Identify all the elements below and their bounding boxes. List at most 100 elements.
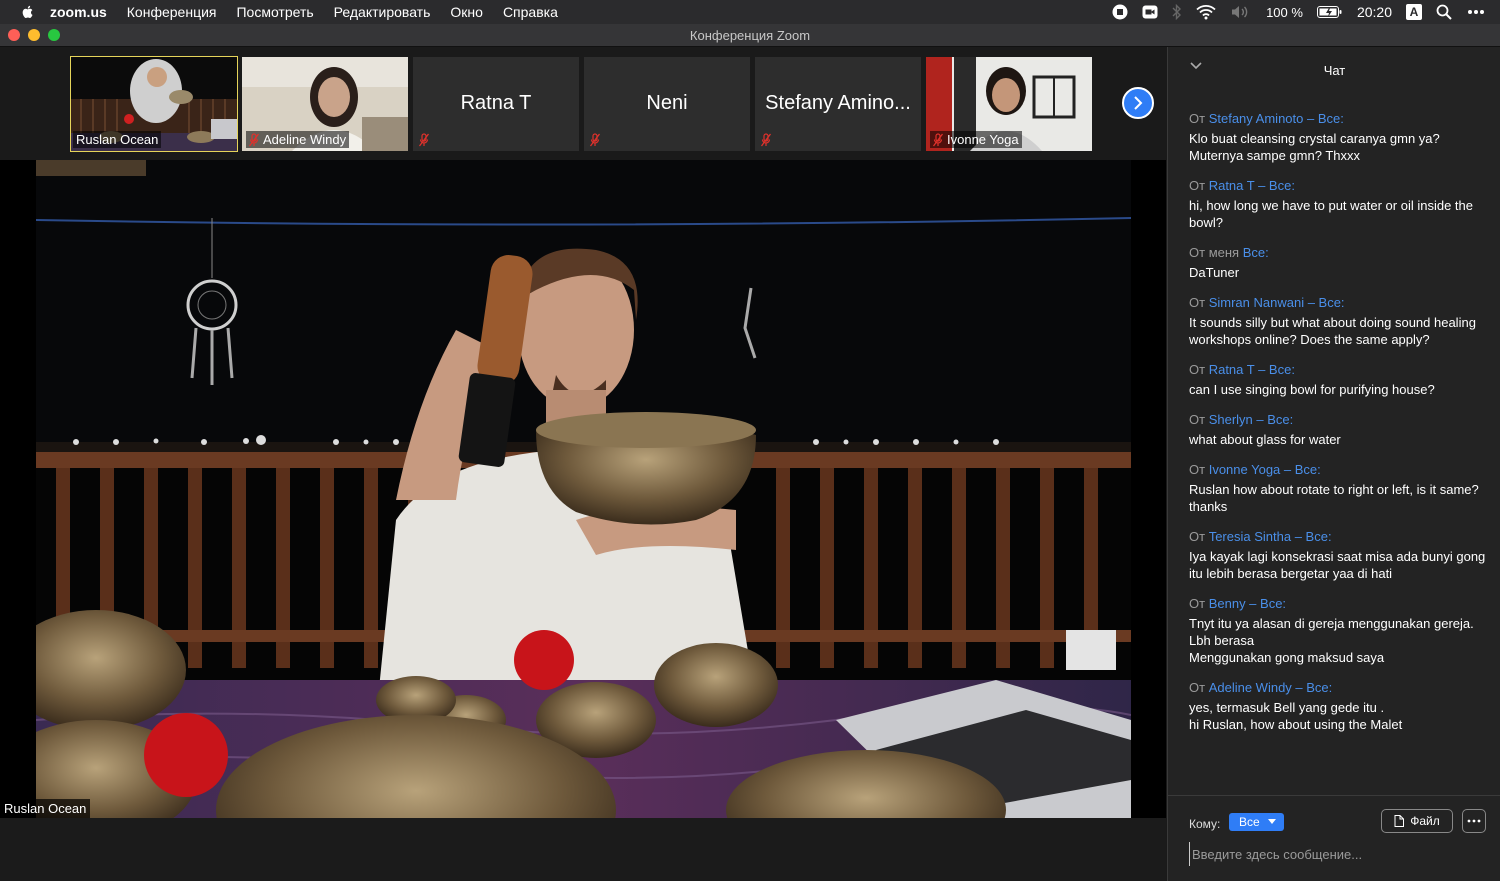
chat-from-word: От bbox=[1189, 362, 1206, 377]
more-icon bbox=[1467, 819, 1481, 823]
participant-tile[interactable]: Adeline Windy bbox=[242, 57, 408, 151]
recipient-value: Все bbox=[1239, 815, 1260, 829]
menu-window[interactable]: Окно bbox=[450, 4, 483, 20]
chat-message-text: DaTuner bbox=[1189, 265, 1240, 280]
spotlight-search-icon[interactable] bbox=[1436, 4, 1452, 20]
menu-edit[interactable]: Редактировать bbox=[334, 4, 431, 20]
participant-name: Ruslan Ocean bbox=[76, 132, 159, 147]
chat-sender-name[interactable]: меня bbox=[1209, 245, 1239, 260]
send-file-label: Файл bbox=[1410, 814, 1440, 828]
chat-sender-name[interactable]: Benny – Все: bbox=[1209, 596, 1286, 611]
battery-percent: 100 % bbox=[1266, 4, 1303, 20]
record-status-icon[interactable] bbox=[1112, 4, 1128, 20]
participant-name: Ivonne Yoga bbox=[947, 132, 1019, 147]
chat-message-sender: От Stefany Aminoto – Все: bbox=[1189, 110, 1489, 127]
chat-from-word: От bbox=[1189, 596, 1206, 611]
active-speaker-name: Ruslan Ocean bbox=[0, 799, 91, 818]
chat-sender-name[interactable]: Stefany Aminoto – Все: bbox=[1209, 111, 1344, 126]
chat-from-word: От bbox=[1189, 111, 1206, 126]
chat-divider bbox=[1168, 795, 1500, 796]
chat-message-sender: От Teresia Sintha – Все: bbox=[1189, 528, 1489, 545]
chat-sender-name[interactable]: Adeline Windy – Все: bbox=[1209, 680, 1333, 695]
control-center-icon[interactable] bbox=[1466, 4, 1486, 20]
chat-title: Чат bbox=[1323, 63, 1346, 78]
chat-from-word: От bbox=[1189, 680, 1206, 695]
participant-name: Stefany Amino... bbox=[765, 92, 911, 114]
chat-sender-name[interactable]: Simran Nanwani – Все: bbox=[1209, 295, 1345, 310]
chat-message-sender: От Ratna T – Все: bbox=[1189, 361, 1489, 378]
menu-app-name[interactable]: zoom.us bbox=[50, 4, 107, 20]
participant-name: Ratna T bbox=[460, 92, 532, 114]
chat-message-sender: От меня Все: bbox=[1189, 244, 1489, 261]
participant-tile[interactable]: Neni bbox=[584, 57, 750, 151]
muted-microphone-icon bbox=[761, 133, 771, 147]
apple-icon[interactable] bbox=[20, 4, 36, 20]
chat-message: От Ivonne Yoga – Все: Ruslan how about ro… bbox=[1189, 461, 1489, 515]
chat-from-word: От bbox=[1189, 412, 1206, 427]
chat-recipient: Все: bbox=[1242, 245, 1269, 260]
chat-message-sender: От Sherlyn – Все: bbox=[1189, 411, 1489, 428]
chat-message-text: Tnyt itu ya alasan di gereja menggunakan… bbox=[1189, 616, 1474, 665]
chevron-right-icon bbox=[1134, 96, 1143, 110]
chat-from-word: От bbox=[1189, 245, 1206, 260]
send-file-button[interactable]: Файл bbox=[1381, 809, 1453, 833]
chat-message: От Simran Nanwani – Все: It sounds silly … bbox=[1189, 294, 1489, 348]
muted-microphone-icon bbox=[590, 133, 600, 147]
menu-conference[interactable]: Конференция bbox=[127, 4, 217, 20]
participant-tile[interactable]: Stefany Amino... bbox=[755, 57, 921, 151]
chat-from-word: От bbox=[1189, 178, 1206, 193]
input-source-label: A bbox=[1409, 5, 1419, 19]
chat-sender-name[interactable]: Teresia Sintha – Все: bbox=[1209, 529, 1332, 544]
chat-message-text: It sounds silly but what about doing sou… bbox=[1189, 315, 1476, 347]
participant-tile[interactable]: Ruslan Ocean bbox=[70, 56, 238, 152]
recipient-label: Кому: bbox=[1189, 817, 1221, 831]
chat-message-text: hi, how long we have to put water or oil… bbox=[1189, 198, 1474, 230]
window-title: Конференция Zoom bbox=[689, 28, 811, 43]
chat-message: От Stefany Aminoto – Все: Klo buat cleans… bbox=[1189, 110, 1489, 164]
next-page-button[interactable] bbox=[1122, 87, 1154, 119]
participant-name-label: Ivonne Yoga bbox=[930, 131, 1022, 148]
volume-icon[interactable] bbox=[1230, 4, 1252, 20]
bluetooth-icon[interactable] bbox=[1172, 4, 1182, 20]
chat-message: От Benny – Все: Tnyt itu ya alasan di ger… bbox=[1189, 595, 1489, 666]
chat-sender-name[interactable]: Ratna T – Все: bbox=[1209, 362, 1295, 377]
speaker-video bbox=[36, 160, 1131, 818]
menu-view[interactable]: Посмотреть bbox=[236, 4, 313, 20]
chat-message-sender: От Benny – Все: bbox=[1189, 595, 1489, 612]
chat-message-list[interactable]: От Stefany Aminoto – Все: Klo buat cleans… bbox=[1189, 110, 1489, 746]
chat-message-text: yes, termasuk Bell yang gede itu . hi Ru… bbox=[1189, 700, 1403, 732]
muted-microphone-icon bbox=[933, 132, 943, 146]
clock[interactable]: 20:20 bbox=[1357, 4, 1392, 20]
chat-sender-name[interactable]: Ivonne Yoga – Все: bbox=[1209, 462, 1321, 477]
input-source-icon[interactable]: A bbox=[1406, 4, 1422, 20]
chat-from-word: От bbox=[1189, 295, 1206, 310]
chat-message-sender: От Ivonne Yoga – Все: bbox=[1189, 461, 1489, 478]
zoom-status-icon[interactable] bbox=[1142, 4, 1158, 20]
chat-message: От Ratna T – Все: can I use singing bowl … bbox=[1189, 361, 1489, 398]
main-video-area: Ruslan Ocean bbox=[0, 160, 1166, 818]
participant-strip: Ruslan Ocean Adeline Windy Ratna T Neni bbox=[0, 47, 1166, 160]
battery-icon[interactable] bbox=[1316, 5, 1343, 19]
menu-help[interactable]: Справка bbox=[503, 4, 558, 20]
chat-from-word: От bbox=[1189, 462, 1206, 477]
chat-message-text: Klo buat cleansing crystal caranya gmn y… bbox=[1189, 131, 1440, 163]
chat-sender-name[interactable]: Sherlyn – Все: bbox=[1209, 412, 1294, 427]
more-options-button[interactable] bbox=[1462, 809, 1486, 833]
wifi-icon[interactable] bbox=[1196, 4, 1216, 20]
muted-microphone-icon bbox=[419, 133, 429, 147]
file-icon bbox=[1394, 815, 1405, 827]
chat-sender-name[interactable]: Ratna T – Все: bbox=[1209, 178, 1295, 193]
speaker-video-frame bbox=[36, 160, 1131, 818]
chat-message-text: Ruslan how about rotate to right or left… bbox=[1189, 482, 1479, 514]
window-title-bar: Конференция Zoom bbox=[0, 24, 1500, 47]
caret-down-icon bbox=[1267, 819, 1276, 824]
chat-message-input[interactable] bbox=[1189, 842, 1494, 866]
chat-message-sender: От Adeline Windy – Все: bbox=[1189, 679, 1489, 696]
recipient-row: Кому: Все Файл bbox=[1189, 809, 1489, 836]
participant-tile[interactable]: Ratna T bbox=[413, 57, 579, 151]
meeting-controls-bar bbox=[0, 818, 1166, 881]
recipient-select[interactable]: Все bbox=[1229, 813, 1284, 831]
participant-tile[interactable]: Ivonne Yoga bbox=[926, 57, 1092, 151]
participant-name: Neni bbox=[646, 92, 688, 114]
participant-name-label: Ruslan Ocean bbox=[73, 131, 162, 148]
